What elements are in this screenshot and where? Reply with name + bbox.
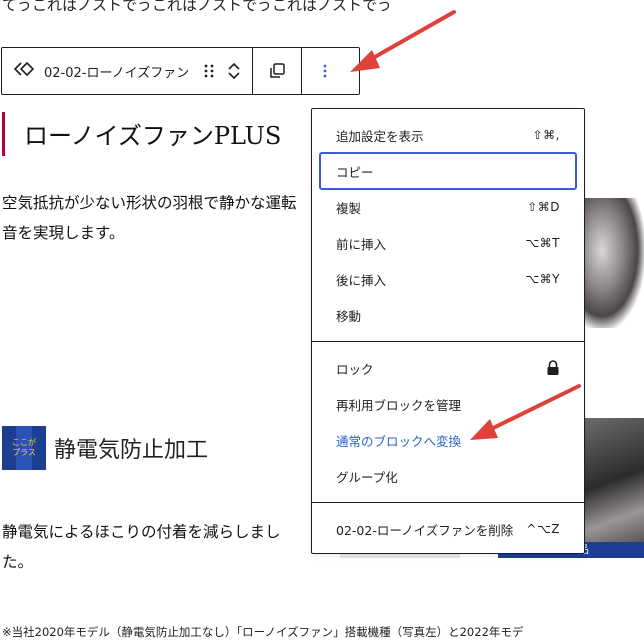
menu-item-shortcut: ^⌥Z	[526, 522, 560, 536]
menu-item-shortcut: ⇧⌘,	[532, 128, 560, 142]
menu-item-group[interactable]: グループ化	[320, 458, 576, 494]
menu-item-manage-reusable[interactable]: 再利用ブロックを管理	[320, 386, 576, 422]
paragraph-block[interactable]: 空気抵抗が少ない形状の羽根で静かな運転音を実現します。	[2, 188, 308, 248]
arrow-to-options-icon	[364, 10, 456, 64]
menu-item-label: 後に挿入	[336, 272, 387, 288]
menu-item-show-more-settings[interactable]: 追加設定を表示 ⇧⌘,	[320, 117, 576, 153]
badge-text-line1: ここが	[12, 438, 36, 447]
drag-handle-icon[interactable]	[203, 63, 215, 79]
move-down-icon[interactable]	[227, 71, 241, 81]
menu-item-convert-to-regular[interactable]: 通常のブロックへ変換	[320, 422, 576, 458]
menu-item-label: 移動	[336, 308, 362, 324]
reusable-block-icon[interactable]	[13, 59, 35, 83]
previous-paragraph-text: てうこれはノストでうこれはノストでうこれはノストでう	[2, 0, 393, 14]
menu-item-move[interactable]: 移動	[320, 297, 576, 333]
comparison-photo[interactable]	[584, 418, 644, 558]
menu-item-label: 追加設定を表示	[336, 128, 424, 144]
menu-item-copy[interactable]: コピー	[319, 152, 577, 190]
menu-item-label: 通常のブロックへ変換	[336, 433, 462, 449]
badge-text-line2: プラス	[12, 448, 36, 457]
block-toolbar: 02-02-ローノイズファン	[1, 47, 360, 95]
menu-group-3: 02-02-ローノイズファンを削除 ^⌥Z	[312, 503, 584, 555]
move-up-icon[interactable]	[227, 61, 241, 71]
more-vertical-icon	[323, 64, 327, 78]
copy-icon	[270, 63, 285, 78]
menu-item-duplicate[interactable]: 複製 ⇧⌘D	[320, 189, 576, 225]
options-button[interactable]	[302, 48, 348, 94]
plus-badge-image: ここが プラス	[2, 426, 46, 470]
block-label[interactable]: 02-02-ローノイズファン	[44, 62, 189, 81]
menu-item-label: 前に挿入	[336, 236, 387, 252]
menu-item-label: 再利用ブロックを管理	[336, 397, 462, 413]
menu-item-insert-after[interactable]: 後に挿入 ⌥⌘Y	[320, 261, 576, 297]
block-heading[interactable]: ローノイズファンPLUS	[24, 116, 281, 151]
heading-accent-bar	[2, 112, 5, 156]
menu-item-insert-before[interactable]: 前に挿入 ⌥⌘T	[320, 225, 576, 261]
duplicate-button[interactable]	[253, 48, 301, 94]
lock-icon	[547, 360, 559, 375]
menu-group-1: 追加設定を表示 ⇧⌘, コピー 複製 ⇧⌘D 前に挿入 ⌥⌘T 後に挿入 ⌥⌘Y…	[312, 109, 584, 341]
menu-item-lock[interactable]: ロック	[320, 350, 576, 386]
menu-item-label: 複製	[336, 200, 362, 216]
menu-item-shortcut: ⇧⌘D	[527, 200, 560, 214]
menu-group-2: ロック 再利用ブロックを管理 通常のブロックへ変換 グループ化	[312, 342, 584, 502]
sub-heading[interactable]: 静電気防止加工	[54, 432, 208, 464]
menu-item-delete-block[interactable]: 02-02-ローノイズファンを削除 ^⌥Z	[320, 511, 576, 547]
menu-item-label: ロック	[336, 361, 374, 377]
menu-item-shortcut: ⌥⌘Y	[525, 272, 560, 286]
block-options-menu: 追加設定を表示 ⇧⌘, コピー 複製 ⇧⌘D 前に挿入 ⌥⌘T 後に挿入 ⌥⌘Y…	[311, 108, 585, 554]
fan-image[interactable]	[584, 198, 644, 328]
paragraph-block-2[interactable]: 静電気によるほこりの付着を減らしました。	[2, 517, 308, 577]
menu-item-label: コピー	[336, 164, 374, 180]
menu-item-label: グループ化	[336, 469, 398, 485]
footnote-text: ※当社2020年モデル（静電気防止加工なし）「ローノイズファン」搭載機種（写真左…	[2, 625, 524, 639]
menu-item-label: 02-02-ローノイズファンを削除	[336, 522, 514, 538]
block-movers	[227, 61, 241, 81]
block-switcher-group: 02-02-ローノイズファン	[2, 48, 252, 94]
menu-item-shortcut: ⌥⌘T	[525, 236, 560, 250]
